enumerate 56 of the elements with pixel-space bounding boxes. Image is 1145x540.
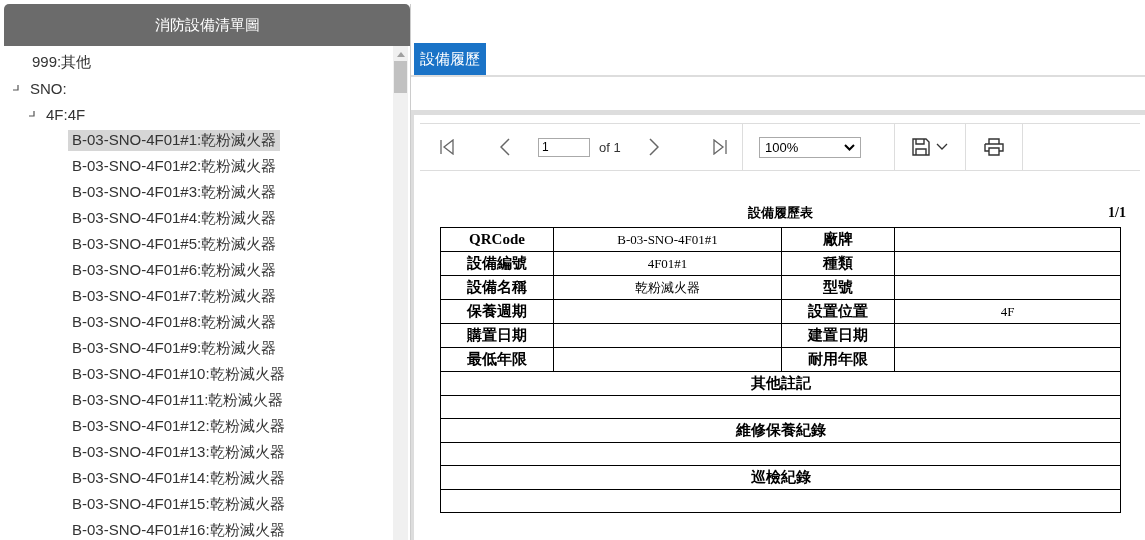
field-label: 種類 [781,251,895,276]
section-heading: 巡檢紀錄 [440,465,1121,490]
field-label: 設備名稱 [440,275,554,300]
page-indicator: 1/1 [1108,205,1126,221]
report-title: 設備履歷表 [747,204,813,222]
page-number-field[interactable]: 1 [538,137,590,157]
field-label: 設置位置 [781,299,895,324]
tree-item[interactable]: 999:其他 [28,51,96,73]
table-cell: B-03-SNO-4F01#1 [553,227,782,252]
tree-item[interactable]: B-03-SNO-4F01#15:乾粉滅火器 [68,493,289,515]
tab[interactable]: 設備履歷 [414,43,486,75]
table-cell: 4F [894,299,1121,324]
tree-item[interactable]: B-03-SNO-4F01#7:乾粉滅火器 [68,285,281,307]
tree-item[interactable]: B-03-SNO-4F01#9:乾粉滅火器 [68,337,281,359]
field-label: QRCode [440,227,554,252]
field-label: 廠牌 [781,227,895,252]
tree-item[interactable]: SNO: [26,78,71,98]
zoom-dropdown[interactable]: 100% [759,136,861,158]
tree-item[interactable]: B-03-SNO-4F01#13:乾粉滅火器 [68,441,289,463]
tree-item[interactable]: B-03-SNO-4F01#8:乾粉滅火器 [68,311,281,333]
tree-item[interactable]: B-03-SNO-4F01#2:乾粉滅火器 [68,155,281,177]
tree-item[interactable]: 4F:4F [42,104,90,124]
caret-icon[interactable] [936,143,948,151]
sidebar-title: 消防設備清單圖 [4,4,410,46]
collapse-icon[interactable] [28,110,36,118]
field-label: 設備編號 [440,251,554,276]
first-page-icon[interactable] [440,139,454,155]
save-icon[interactable] [912,138,930,156]
table-cell: 4F01#1 [553,251,782,276]
tree-item[interactable]: B-03-SNO-4F01#10:乾粉滅火器 [68,363,289,385]
print-icon[interactable] [984,138,1004,156]
tree-item[interactable]: B-03-SNO-4F01#3:乾粉滅火器 [68,181,281,203]
tree-item[interactable]: B-03-SNO-4F01#4:乾粉滅火器 [68,207,281,229]
tree-item[interactable]: B-03-SNO-4F01#16:乾粉滅火器 [68,519,289,540]
page-count: of 1 [599,139,621,155]
next-page-icon[interactable] [648,138,659,156]
field-label: 最低年限 [440,347,554,372]
tree-item[interactable]: B-03-SNO-4F01#12:乾粉滅火器 [68,415,289,437]
tree-item[interactable]: B-03-SNO-4F01#5:乾粉滅火器 [68,233,281,255]
previous-page-icon[interactable] [500,138,510,156]
scrollbar[interactable] [393,46,408,540]
last-page-icon[interactable] [712,139,727,155]
field-label: 型號 [781,275,895,300]
section-heading: 其他註記 [440,371,1121,396]
tree-item[interactable]: B-03-SNO-4F01#11:乾粉滅火器 [68,389,288,411]
table-cell: 乾粉滅火器 [553,275,782,300]
field-label: 耐用年限 [781,347,895,372]
collapse-icon[interactable] [12,84,20,92]
tree-item[interactable]: B-03-SNO-4F01#14:乾粉滅火器 [68,467,289,489]
field-label: 購置日期 [440,323,554,348]
field-label: 保養週期 [440,299,554,324]
tree-item[interactable]: B-03-SNO-4F01#6:乾粉滅火器 [68,259,281,281]
scrollbar-thumb[interactable] [394,61,407,93]
section-heading: 維修保養紀錄 [440,418,1121,443]
tree-item[interactable]: B-03-SNO-4F01#1:乾粉滅火器 [68,129,281,151]
field-label: 建置日期 [781,323,895,348]
